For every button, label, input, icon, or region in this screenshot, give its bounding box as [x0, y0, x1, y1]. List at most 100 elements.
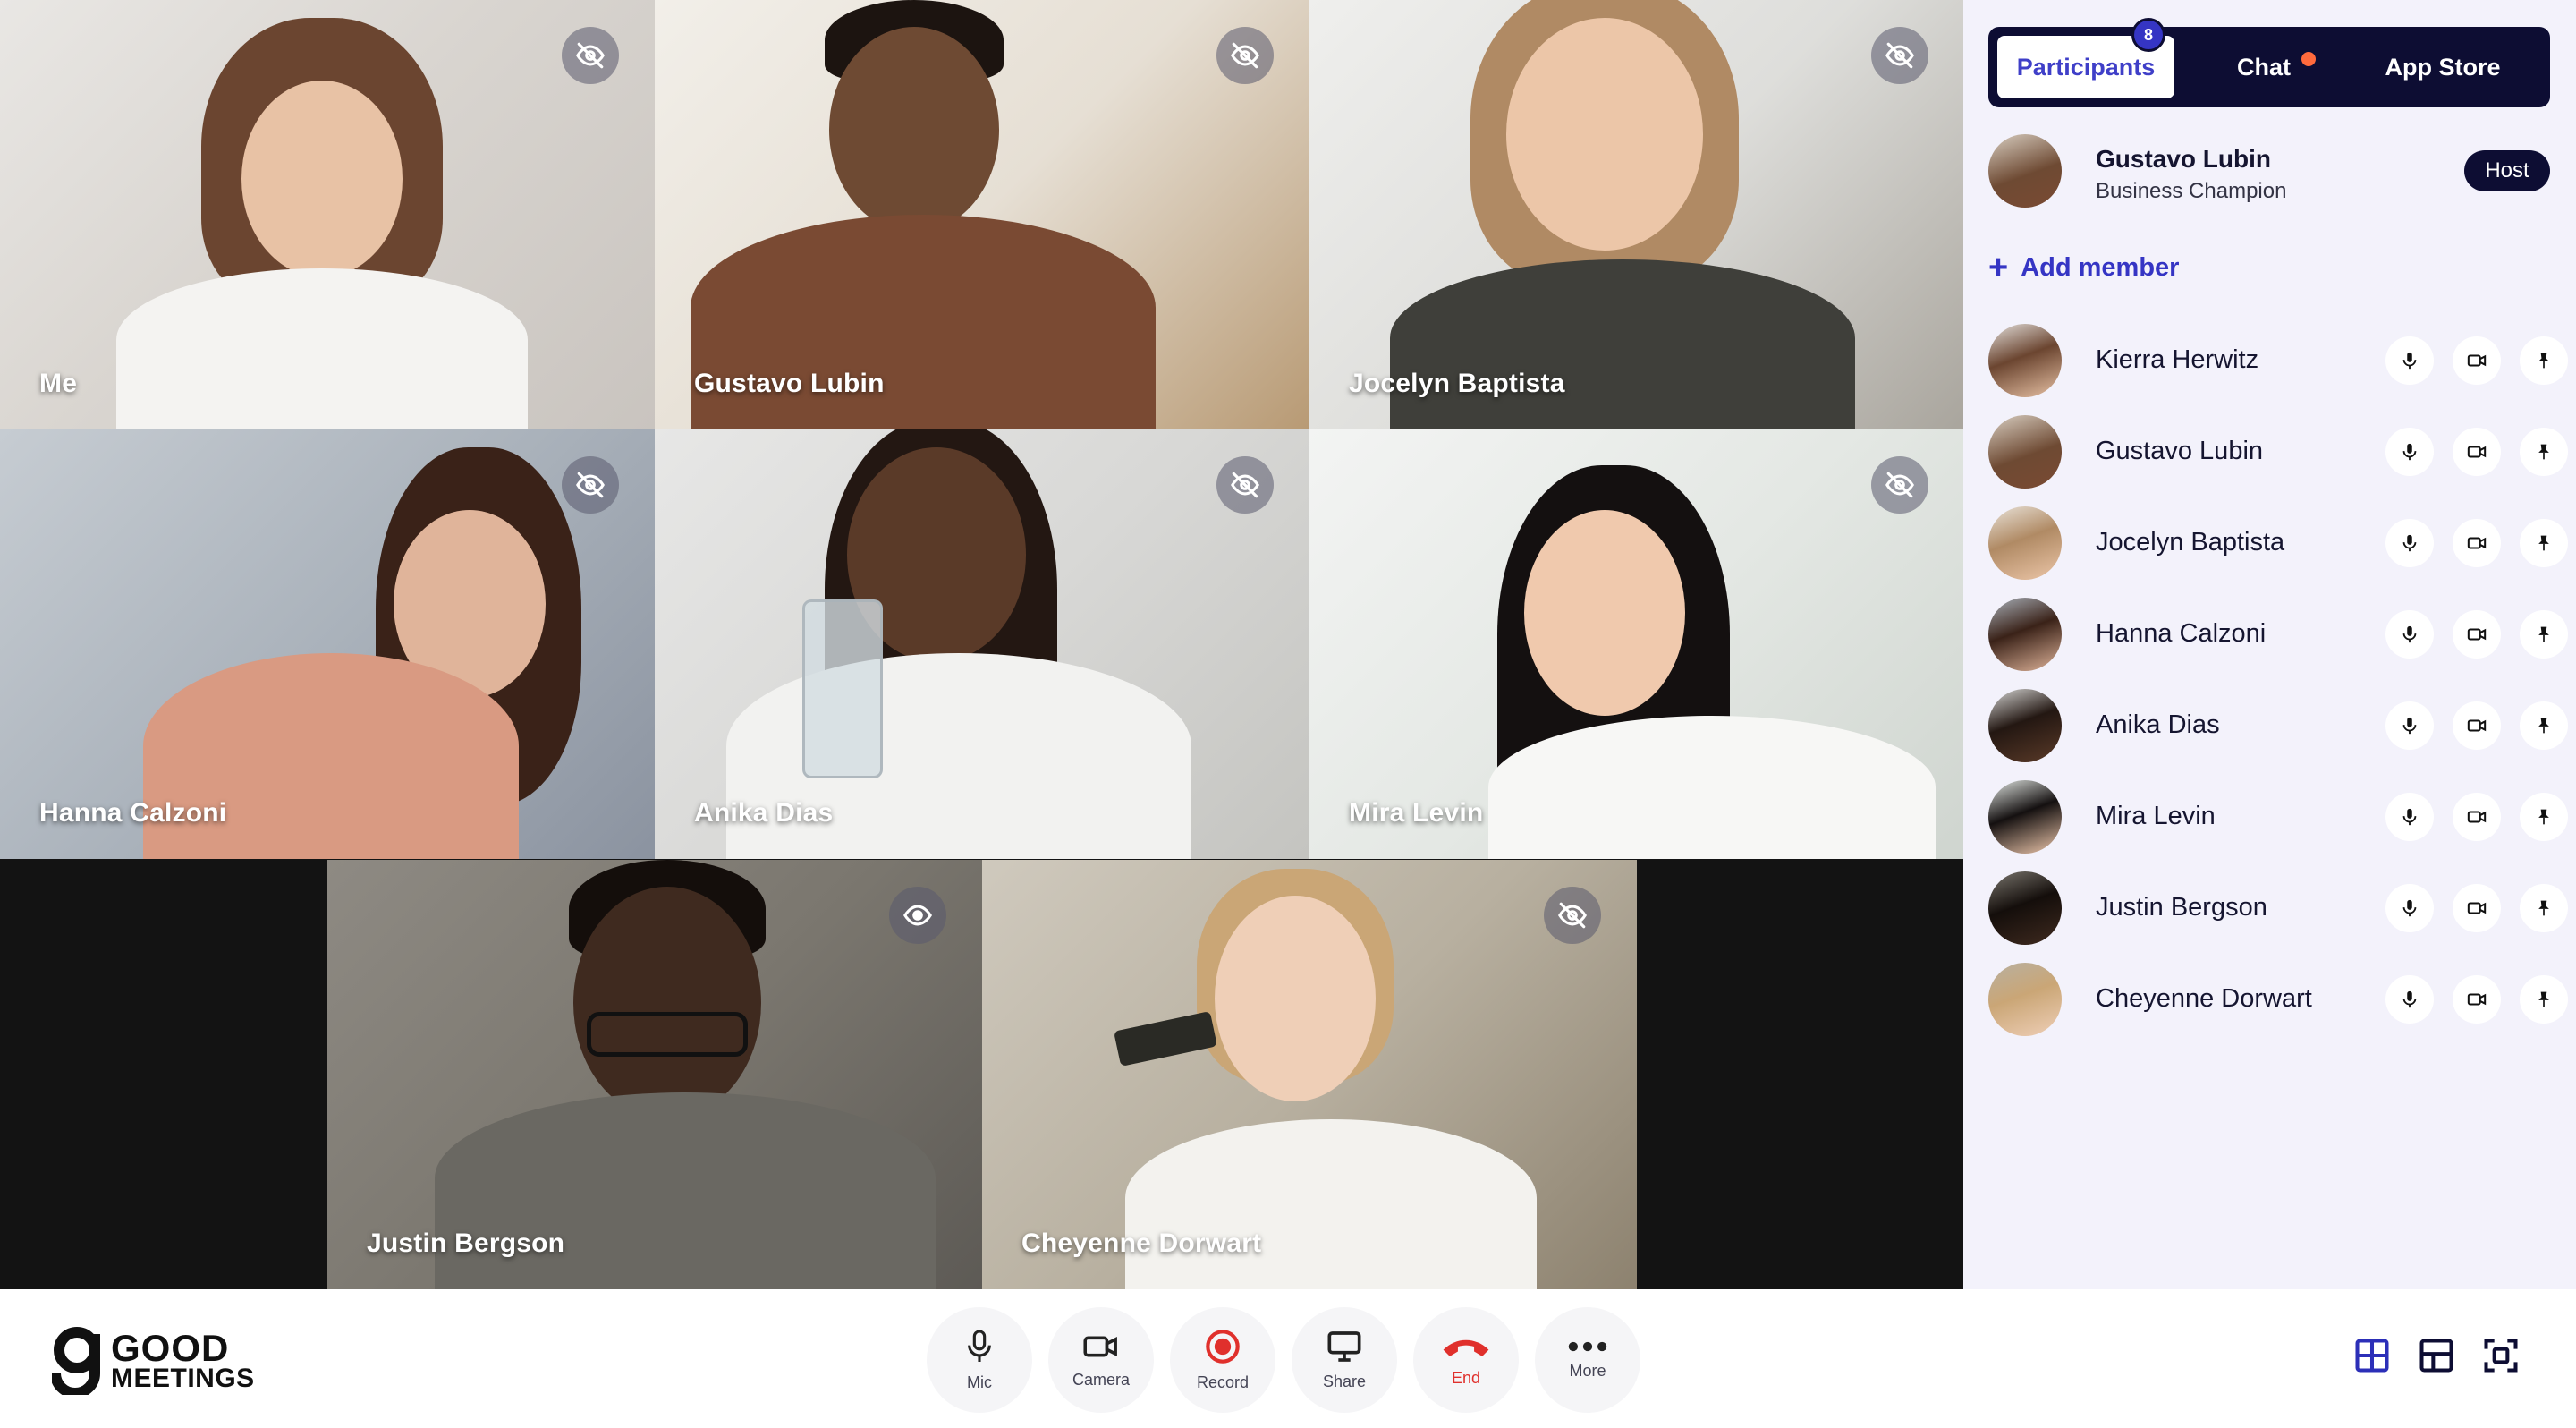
camera-icon[interactable]: [2453, 701, 2501, 750]
panel-tabs: Participants 8 Chat App Store: [1988, 18, 2550, 107]
mic-icon[interactable]: [2385, 610, 2434, 659]
avatar: [1988, 324, 2062, 397]
person-body: [1390, 259, 1855, 429]
video-tile-anika[interactable]: Anika Dias: [655, 429, 1309, 859]
tile-name: Gustavo Lubin: [694, 369, 885, 398]
tab-chat-label: Chat: [2237, 53, 2291, 81]
add-member-button[interactable]: + Add member: [1988, 251, 2179, 285]
share-label: Share: [1322, 1372, 1367, 1390]
camera-icon[interactable]: [2453, 975, 2501, 1024]
list-item[interactable]: Cheyenne Dorwart: [1988, 963, 2568, 1054]
eye-off-icon[interactable]: [1544, 887, 1601, 944]
pin-icon[interactable]: [2520, 975, 2568, 1024]
participant-name: Cheyenne Dorwart: [2096, 984, 2312, 1013]
avatar: [1988, 689, 2062, 762]
pin-icon[interactable]: [2520, 793, 2568, 841]
mic-icon[interactable]: [2385, 336, 2434, 385]
fullscreen-layout-button[interactable]: [2478, 1332, 2524, 1379]
list-item[interactable]: Hanna Calzoni: [1988, 598, 2568, 689]
end-call-button[interactable]: End: [1413, 1307, 1519, 1413]
video-tile-gustavo[interactable]: Gustavo Lubin: [655, 0, 1309, 429]
avatar: [1988, 963, 2062, 1036]
video-tile-cheyenne[interactable]: Cheyenne Dorwart: [982, 860, 1637, 1289]
participant-name: Anika Dias: [2096, 710, 2220, 739]
speaker-layout-button[interactable]: [2413, 1332, 2460, 1379]
host-title: Business Champion: [2096, 179, 2287, 203]
list-item[interactable]: Anika Dias: [1988, 689, 2568, 780]
tab-chat[interactable]: Chat: [2174, 36, 2353, 98]
unread-dot: [2301, 52, 2316, 66]
camera-icon[interactable]: [2453, 793, 2501, 841]
more-label: More: [1569, 1361, 1606, 1380]
mic-button[interactable]: Mic: [927, 1307, 1032, 1413]
person-body: [1488, 716, 1936, 859]
pin-icon[interactable]: [2520, 610, 2568, 659]
person-body: [1125, 1119, 1537, 1289]
video-tile-justin[interactable]: Justin Bergson: [327, 860, 982, 1289]
person-face: [1524, 510, 1685, 716]
participant-name: Jocelyn Baptista: [2096, 528, 2285, 557]
screen-share-icon: [1327, 1330, 1361, 1362]
avatar: [1988, 506, 2062, 580]
video-tile-me[interactable]: Me: [0, 0, 655, 429]
participant-name: Hanna Calzoni: [2096, 619, 2267, 648]
mic-icon[interactable]: [2385, 428, 2434, 476]
tile-name: Me: [39, 369, 78, 398]
pin-icon[interactable]: [2520, 701, 2568, 750]
camera-icon[interactable]: [2453, 428, 2501, 476]
pin-icon[interactable]: [2520, 336, 2568, 385]
pin-icon[interactable]: [2520, 428, 2568, 476]
grid-layout-button[interactable]: [2349, 1332, 2395, 1379]
tile-name: Cheyenne Dorwart: [1021, 1228, 1262, 1258]
logo-line-1: GOOD: [111, 1326, 230, 1369]
camera-icon[interactable]: [2453, 336, 2501, 385]
participant-name: Justin Bergson: [2096, 893, 2267, 922]
avatar: [1988, 780, 2062, 854]
eye-off-icon[interactable]: [562, 456, 619, 514]
call-controls: Mic Camera Record Share End More: [927, 1307, 1657, 1413]
bottom-toolbar: GOOD MEETINGS Mic Camera Record Share En…: [0, 1289, 2576, 1428]
video-tile-jocelyn[interactable]: Jocelyn Baptista: [1309, 0, 1963, 429]
eye-off-icon[interactable]: [1216, 27, 1274, 84]
camera-button[interactable]: Camera: [1048, 1307, 1154, 1413]
participants-panel: Participants 8 Chat App Store Gustavo Lu…: [1963, 0, 2576, 1289]
tile-name: Justin Bergson: [367, 1228, 565, 1258]
host-row: Gustavo Lubin Business Champion Host: [1988, 134, 2550, 215]
more-button[interactable]: More: [1535, 1307, 1640, 1413]
share-button[interactable]: Share: [1292, 1307, 1397, 1413]
video-tile-mira[interactable]: Mira Levin: [1309, 429, 1963, 859]
eye-icon[interactable]: [889, 887, 946, 944]
participants-count-badge: 8: [2131, 18, 2165, 52]
mic-icon[interactable]: [2385, 701, 2434, 750]
pin-icon[interactable]: [2520, 884, 2568, 932]
camera-icon[interactable]: [2453, 519, 2501, 567]
record-button[interactable]: Record: [1170, 1307, 1275, 1413]
speaker-layout-icon: [2419, 1339, 2453, 1373]
list-item[interactable]: Gustavo Lubin: [1988, 415, 2568, 506]
tile-name: Anika Dias: [694, 798, 834, 828]
list-item[interactable]: Jocelyn Baptista: [1988, 506, 2568, 598]
record-icon: [1206, 1329, 1240, 1364]
mic-icon[interactable]: [2385, 975, 2434, 1024]
list-item[interactable]: Kierra Herwitz: [1988, 324, 2568, 415]
pin-icon[interactable]: [2520, 519, 2568, 567]
phone-hangup-icon: [1443, 1339, 1489, 1356]
video-tile-hanna[interactable]: Hanna Calzoni: [0, 429, 655, 859]
tab-participants[interactable]: Participants 8: [1997, 18, 2174, 98]
tab-app-store[interactable]: App Store: [2353, 36, 2532, 98]
mic-icon[interactable]: [2385, 884, 2434, 932]
camera-icon[interactable]: [2453, 610, 2501, 659]
eye-off-icon[interactable]: [1871, 456, 1928, 514]
mic-icon[interactable]: [2385, 519, 2434, 567]
person-face: [1506, 18, 1703, 251]
eye-off-icon[interactable]: [1871, 27, 1928, 84]
mic-icon[interactable]: [2385, 793, 2434, 841]
list-item[interactable]: Mira Levin: [1988, 780, 2568, 871]
eye-off-icon[interactable]: [562, 27, 619, 84]
participant-name: Kierra Herwitz: [2096, 345, 2259, 374]
eye-off-icon[interactable]: [1216, 456, 1274, 514]
list-item[interactable]: Justin Bergson: [1988, 871, 2568, 963]
plus-icon: +: [1988, 249, 2009, 286]
glass: [802, 599, 883, 778]
camera-icon[interactable]: [2453, 884, 2501, 932]
